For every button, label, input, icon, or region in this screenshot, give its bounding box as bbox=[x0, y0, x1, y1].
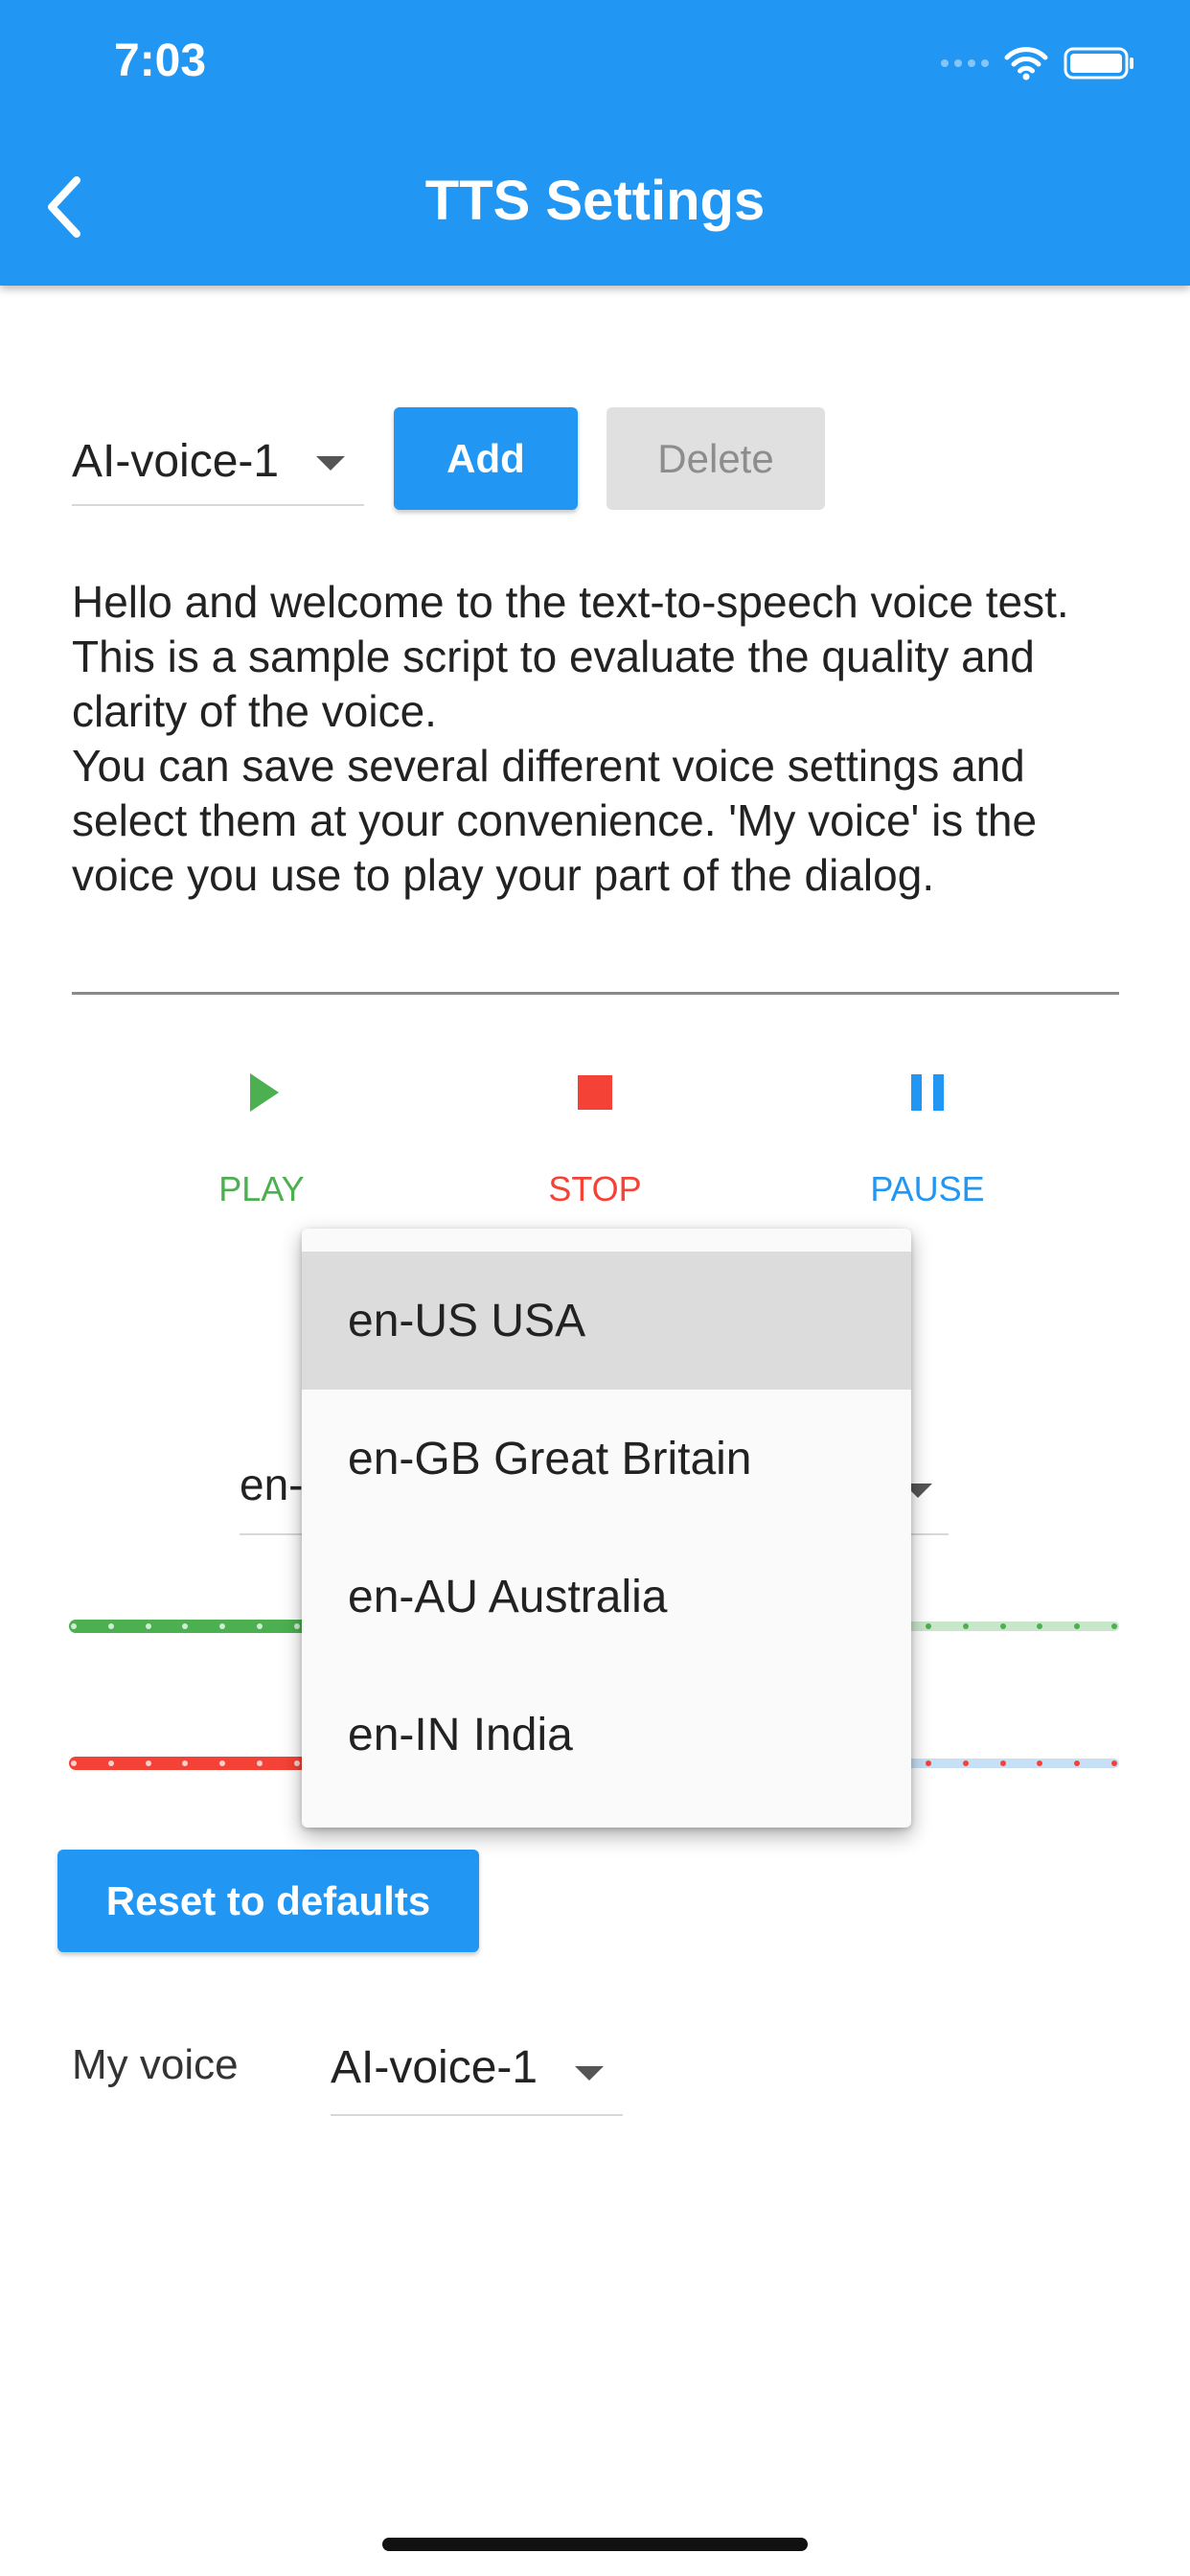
delete-button[interactable]: Delete bbox=[606, 407, 825, 510]
language-option[interactable]: en-IN India bbox=[302, 1666, 911, 1804]
chevron-down-icon bbox=[575, 2066, 604, 2081]
slider-tick-dot bbox=[146, 1760, 151, 1766]
slider-tick-dot bbox=[1074, 1623, 1080, 1629]
cellular-signal-icon bbox=[941, 59, 989, 67]
play-control[interactable]: PLAY bbox=[137, 1064, 386, 1208]
slider-tick-dot bbox=[108, 1760, 114, 1766]
wifi-icon bbox=[1004, 47, 1048, 80]
stop-control[interactable]: STOP bbox=[470, 1064, 720, 1208]
text-field-underline bbox=[72, 992, 1119, 995]
slider-tick-dot bbox=[294, 1623, 300, 1629]
battery-icon bbox=[1064, 47, 1133, 80]
my-voice-value: AI-voice-1 bbox=[331, 2042, 538, 2093]
language-dropdown-menu: en-US USA en-GB Great Britain en-AU Aust… bbox=[302, 1229, 911, 1828]
slider-tick-dot bbox=[1111, 1623, 1117, 1629]
voice-profile-dropdown[interactable]: AI-voice-1 bbox=[72, 422, 364, 506]
slider-tick-dot bbox=[1111, 1760, 1117, 1766]
slider-tick-dot bbox=[146, 1623, 151, 1629]
play-label: PLAY bbox=[218, 1169, 305, 1208]
stop-icon bbox=[578, 1075, 612, 1110]
slider-tick-dot bbox=[1000, 1623, 1006, 1629]
language-option[interactable]: en-AU Australia bbox=[302, 1528, 911, 1666]
slider-tick-dot bbox=[1074, 1760, 1080, 1766]
language-option[interactable]: en-GB Great Britain bbox=[302, 1390, 911, 1528]
slider-tick-dot bbox=[294, 1760, 300, 1766]
add-button[interactable]: Add bbox=[394, 407, 578, 510]
slider-tick-dot bbox=[71, 1760, 77, 1766]
my-voice-dropdown[interactable]: AI-voice-1 bbox=[331, 2030, 623, 2116]
slider-tick-dot bbox=[1037, 1623, 1042, 1629]
reset-defaults-button[interactable]: Reset to defaults bbox=[57, 1850, 479, 1952]
slider-tick-dot bbox=[182, 1760, 188, 1766]
slider-tick-dot bbox=[219, 1760, 225, 1766]
pause-control[interactable]: PAUSE bbox=[803, 1064, 1052, 1208]
slider-tick-dot bbox=[219, 1623, 225, 1629]
page-title: TTS Settings bbox=[424, 170, 766, 232]
slider-tick-dot bbox=[71, 1623, 77, 1629]
status-time: 7:03 bbox=[114, 35, 207, 86]
stop-label: STOP bbox=[548, 1169, 642, 1208]
home-indicator bbox=[382, 2538, 808, 2551]
slider-tick-dot bbox=[257, 1760, 263, 1766]
chevron-down-icon bbox=[316, 456, 345, 471]
slider-tick-dot bbox=[963, 1760, 969, 1766]
slider-tick-dot bbox=[182, 1623, 188, 1629]
status-icons bbox=[941, 44, 1136, 82]
app-bar: 7:03 TTS Settings bbox=[0, 0, 1190, 286]
pause-icon bbox=[911, 1074, 944, 1111]
slider-tick-dot bbox=[926, 1623, 931, 1629]
language-option[interactable]: en-US USA bbox=[302, 1252, 911, 1390]
my-voice-label: My voice bbox=[72, 2041, 239, 2088]
slider-tick-dot bbox=[1037, 1760, 1042, 1766]
slider-tick-dot bbox=[1000, 1760, 1006, 1766]
slider-tick-dot bbox=[926, 1760, 931, 1766]
slider-tick-dot bbox=[108, 1623, 114, 1629]
sample-text-field[interactable]: Hello and welcome to the text-to-speech … bbox=[72, 575, 1126, 903]
slider-tick-dot bbox=[257, 1623, 263, 1629]
language-value: en- bbox=[240, 1460, 304, 1509]
voice-profile-value: AI-voice-1 bbox=[72, 436, 280, 487]
pause-label: PAUSE bbox=[870, 1169, 985, 1208]
play-icon bbox=[250, 1073, 279, 1112]
slider-tick-dot bbox=[963, 1623, 969, 1629]
